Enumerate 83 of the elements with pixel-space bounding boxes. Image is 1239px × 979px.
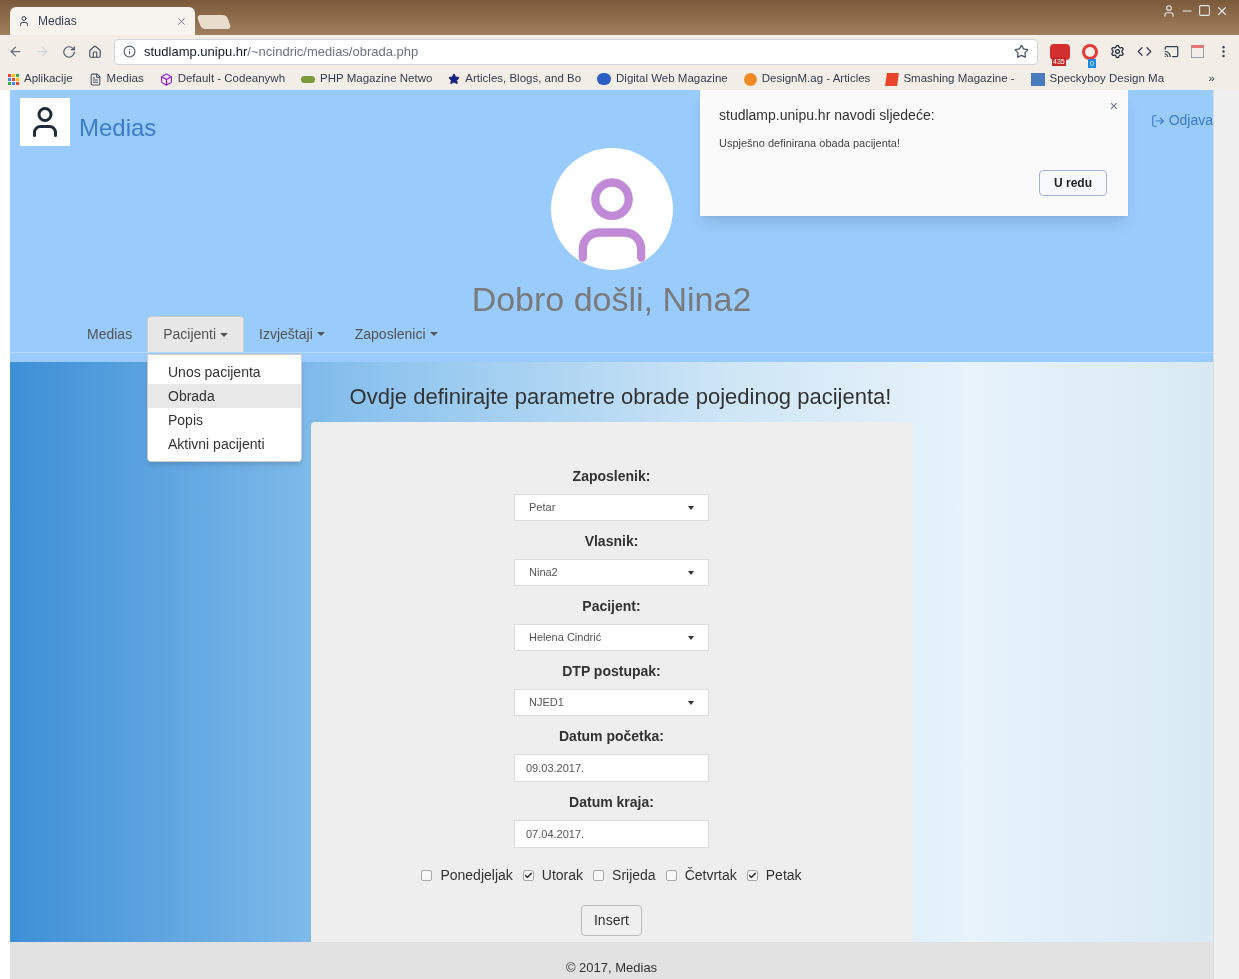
field-label: Vlasnik: [584,532,639,551]
menu-item[interactable]: Aktivni pacijenti [148,432,301,456]
reload-icon[interactable] [62,44,76,59]
cast-icon[interactable] [1164,44,1179,59]
alert-title: studlamp.unipu.hr navodi sljedeće: [719,106,936,125]
menu-item[interactable]: Unos pacijenta [148,360,301,384]
select-field[interactable]: Nina2 [514,559,709,586]
bookmark-item[interactable]: Smashing Magazine - [886,70,1015,88]
more-bookmarks-button[interactable]: » [1208,70,1215,88]
circle-logo-icon [743,72,757,86]
checkbox-label: Srijeda [612,866,656,885]
gear-icon[interactable] [1110,44,1125,59]
select-field[interactable]: Petar [514,494,709,521]
address-bar[interactable]: studlamp.unipu.hr/~ncindric/medias/obrada.php [114,38,1038,65]
calendar-icon[interactable] [1191,45,1204,58]
close-icon[interactable] [176,15,187,27]
footer-text: © 2017, Medias [10,942,1213,979]
welcome-heading: Dobro došli, Nina2 [471,279,752,320]
select-field[interactable]: NJED1 [514,689,709,716]
back-icon[interactable] [8,44,23,59]
checkbox[interactable] [746,870,758,881]
close-button[interactable]: × [1109,96,1118,117]
checkbox[interactable] [421,870,433,881]
star-icon [448,73,461,85]
close-window-icon[interactable] [1215,4,1229,18]
bookmark-item[interactable]: DesignM.ag - Articles [743,70,871,88]
nav-tab[interactable]: Pacijenti [147,316,245,352]
caret-icon [688,635,694,640]
info-icon [123,45,136,58]
logout-icon [1150,113,1165,128]
browser-tab[interactable]: Medias [10,7,195,35]
tab-title: Medias [38,13,78,30]
nav-tab[interactable]: Medias [72,316,148,352]
field-label: Pacijent: [582,597,641,616]
home-icon[interactable] [88,44,102,59]
date-field[interactable]: 09.03.2017. [514,754,709,782]
alert-message: Uspješno definirana obada pacijenta! [719,136,902,151]
php-icon [301,75,316,83]
select-field[interactable]: Helena Cindrić [514,624,709,651]
checkbox-label: Ponedjeljak [440,866,513,885]
menu-item[interactable]: Obrada [148,384,301,408]
caret-icon [688,700,694,705]
menu-item[interactable]: Popis [148,408,301,432]
bookmark-item[interactable]: Articles, Blogs, and Bo [448,70,582,88]
field-label: DTP postupak: [562,662,661,681]
checkbox[interactable] [593,870,605,881]
field-label: Zaposlenik: [572,467,651,486]
brand-title: Medias [79,113,157,143]
caret-icon [688,505,694,510]
cube-icon [159,72,173,86]
checkbox[interactable] [665,870,677,881]
date-field[interactable]: 07.04.2017. [514,820,709,848]
field-label: Datum kraja: [569,793,654,812]
d-logo-icon [597,73,612,85]
field-label: Datum početka: [559,727,664,746]
ok-button[interactable]: U redu [1039,170,1107,196]
checkbox-label: Utorak [541,866,584,885]
checkbox-label: Petak [765,866,802,885]
checkbox-label: Četvrtak [684,866,737,885]
square-logo-icon [1030,72,1045,86]
form-heading: Ovdje definirajte parametre obrade pojedinog pacijenta! [349,383,892,411]
mail-extension-icon[interactable] [1050,43,1070,60]
nurse-favicon-icon [18,15,30,27]
url-text: studlamp.unipu.hr/~ncindric/medias/obrada.php [144,42,420,61]
code-icon[interactable] [1137,44,1152,59]
bookmark-item[interactable]: Default - Codeanywh [159,70,286,88]
bookmark-item[interactable]: Digital Web Magazine [597,70,728,88]
page-icon [88,72,102,86]
nav-tab[interactable]: Izvještaji [244,316,340,352]
insert-button[interactable]: Insert [581,905,642,936]
checkbox[interactable] [522,870,534,881]
bookmark-item[interactable]: Aplikacije [8,70,73,88]
s-logo-icon [885,72,900,86]
profile-icon[interactable] [1162,4,1176,18]
bookmark-star-icon[interactable] [1014,44,1029,59]
nav-tab[interactable]: Zaposlenici [339,316,453,352]
apps-grid-icon [8,73,19,85]
bookmark-item[interactable]: Medias [88,70,144,88]
bookmark-item[interactable]: PHP Magazine Netwo [301,70,433,88]
caret-icon [688,570,694,575]
bookmark-item[interactable]: Speckyboy Design Ma [1030,70,1165,88]
new-tab-button[interactable] [196,15,232,29]
restore-icon[interactable] [1198,4,1211,17]
